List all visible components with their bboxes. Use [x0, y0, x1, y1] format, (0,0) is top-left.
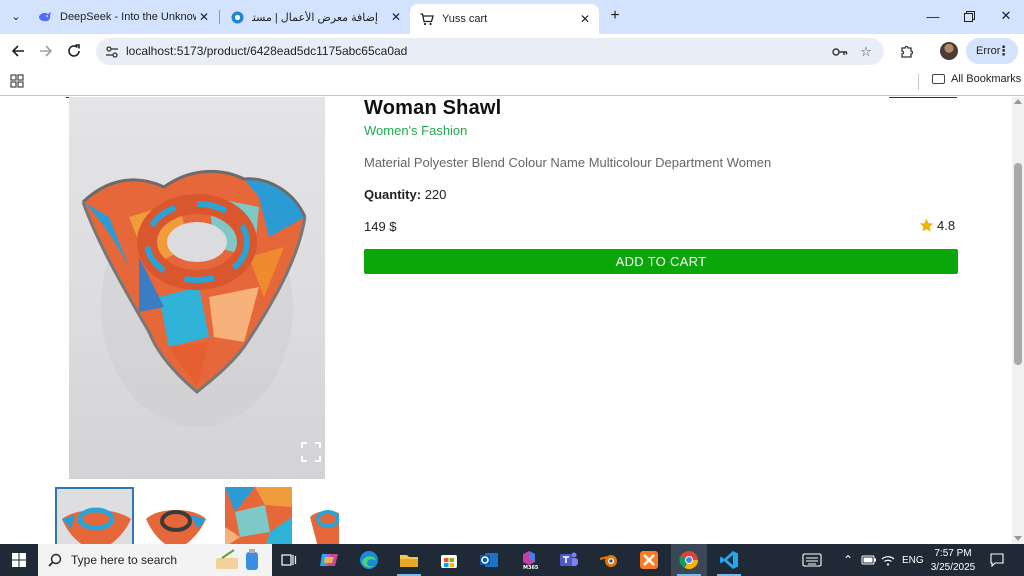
touch-keyboard-icon[interactable]	[802, 544, 822, 576]
minimize-icon[interactable]: —	[918, 6, 948, 26]
quantity-label: Quantity:	[364, 187, 422, 202]
rating-value: 4.8	[937, 218, 956, 233]
language-indicator[interactable]: ENG	[902, 544, 924, 576]
page-viewport: Woman Shawl Women's Fashion Material Pol…	[0, 97, 1012, 544]
star-icon	[919, 218, 934, 232]
system-clock[interactable]: 7:57 PM 3/25/2025	[926, 547, 980, 575]
task-view-icon[interactable]	[278, 549, 300, 571]
extensions-puzzle-icon[interactable]	[897, 41, 917, 61]
tab-search-button[interactable]: ⌄	[6, 6, 26, 26]
tab-yuss-cart[interactable]: Yuss cart ✕	[410, 4, 599, 34]
product-price: 149 $	[364, 219, 397, 234]
thumb-image	[57, 489, 132, 544]
header-divider	[889, 97, 957, 98]
notifications-icon[interactable]	[990, 544, 1004, 576]
profile-avatar[interactable]	[940, 42, 958, 60]
battery-icon[interactable]	[861, 544, 877, 576]
wifi-icon[interactable]	[881, 544, 895, 576]
quantity-value: 220	[424, 187, 447, 202]
xampp-icon[interactable]	[638, 549, 660, 571]
thumb-image	[140, 487, 212, 544]
close-icon[interactable]: ✕	[577, 11, 593, 27]
bookmark-star-icon[interactable]: ☆	[857, 43, 875, 61]
product-category-link[interactable]: Women's Fashion	[364, 123, 467, 138]
blender-icon[interactable]	[598, 549, 620, 571]
svg-text:M365: M365	[523, 565, 539, 570]
product-quantity: Quantity: 220	[364, 187, 446, 202]
reload-icon[interactable]	[64, 41, 84, 61]
folder-icon	[932, 74, 945, 84]
deepseek-whale-icon	[38, 10, 52, 24]
shawl-illustration	[81, 169, 307, 427]
tab-strip: ⌄ DeepSeek - Into the Unknown ✕ إضافة مع…	[0, 0, 1024, 34]
microsoft-store-icon[interactable]	[438, 549, 460, 571]
taskbar-search-box[interactable]: Type here to search	[38, 544, 272, 576]
teams-icon[interactable]	[558, 549, 580, 571]
windows-taskbar: Type here to search M365 ⌃ ENG 7:57 PM 3…	[0, 544, 1024, 576]
window-close-icon[interactable]: ✕	[991, 6, 1021, 26]
cart-icon	[420, 12, 434, 26]
back-arrow-icon[interactable]	[8, 41, 28, 61]
search-icon	[48, 553, 62, 567]
close-icon[interactable]: ✕	[196, 9, 212, 25]
search-placeholder: Type here to search	[71, 553, 178, 567]
site-info-icon[interactable]	[104, 44, 119, 59]
m365-icon[interactable]: M365	[518, 549, 540, 571]
url-text: localhost:5173/product/6428ead5dc1175abc…	[126, 44, 408, 58]
more-menu-icon[interactable]: ⋮	[997, 43, 1010, 59]
forward-arrow-icon[interactable]	[36, 41, 56, 61]
tab-title: DeepSeek - Into the Unknown	[60, 11, 196, 23]
browser-toolbar: localhost:5173/product/6428ead5dc1175abc…	[0, 34, 1024, 68]
chrome-icon[interactable]	[678, 549, 700, 571]
thumbnail-4[interactable]	[306, 487, 339, 544]
thumbnail-1[interactable]	[55, 487, 134, 544]
bookmark-separator	[918, 74, 919, 90]
product-main-image[interactable]	[69, 97, 325, 479]
scrollbar-thumb[interactable]	[1014, 163, 1022, 365]
scroll-down-arrow-icon[interactable]	[1014, 536, 1022, 541]
fullscreen-expand-icon[interactable]	[301, 442, 321, 462]
outlook-icon[interactable]	[478, 549, 500, 571]
chevron-up-icon[interactable]: ⌃	[843, 544, 853, 576]
clock-date: 3/25/2025	[930, 562, 976, 573]
product-description: Material Polyester Blend Colour Name Mul…	[364, 155, 772, 170]
search-highlight-icon	[216, 549, 258, 570]
thumb-image	[306, 487, 339, 544]
close-icon[interactable]: ✕	[388, 9, 404, 25]
tab-title: إضافة معرض الأعمال | مستقل	[252, 11, 378, 24]
profile-error-button[interactable]: Error ⋮	[966, 38, 1018, 64]
all-bookmarks-button[interactable]: All Bookmarks	[932, 73, 1021, 85]
restore-icon[interactable]	[954, 6, 984, 26]
copilot-icon[interactable]	[318, 549, 340, 571]
windows-start-button[interactable]	[0, 544, 38, 576]
password-key-icon[interactable]	[831, 43, 849, 61]
all-bookmarks-label: All Bookmarks	[951, 73, 1022, 85]
product-title: Woman Shawl	[364, 97, 502, 119]
thumbnail-2[interactable]	[140, 487, 212, 544]
tab-deepseek[interactable]: DeepSeek - Into the Unknown ✕	[28, 4, 218, 30]
scroll-up-arrow-icon[interactable]	[1014, 99, 1022, 104]
mostaql-circle-icon	[230, 10, 244, 24]
address-bar[interactable]: localhost:5173/product/6428ead5dc1175abc…	[96, 38, 884, 65]
product-rating: 4.8	[919, 218, 955, 233]
thumbnail-3[interactable]	[225, 487, 292, 544]
new-tab-button[interactable]: +	[606, 7, 624, 25]
add-to-cart-button[interactable]: ADD TO CART	[364, 249, 958, 274]
tab-title: Yuss cart	[442, 13, 488, 25]
edge-icon[interactable]	[358, 549, 380, 571]
tab-mostaql[interactable]: إضافة معرض الأعمال | مستقل ✕	[220, 4, 410, 30]
windows-logo-icon	[12, 553, 26, 567]
page-scrollbar[interactable]	[1012, 97, 1024, 544]
file-explorer-icon[interactable]	[398, 549, 420, 571]
chevron-down-icon: ⌄	[11, 10, 21, 23]
apps-grid-icon[interactable]	[10, 74, 24, 88]
bookmarks-bar: All Bookmarks	[0, 68, 1024, 96]
clock-time: 7:57 PM	[934, 548, 972, 559]
thumb-image	[225, 487, 292, 544]
vscode-icon[interactable]	[718, 549, 740, 571]
